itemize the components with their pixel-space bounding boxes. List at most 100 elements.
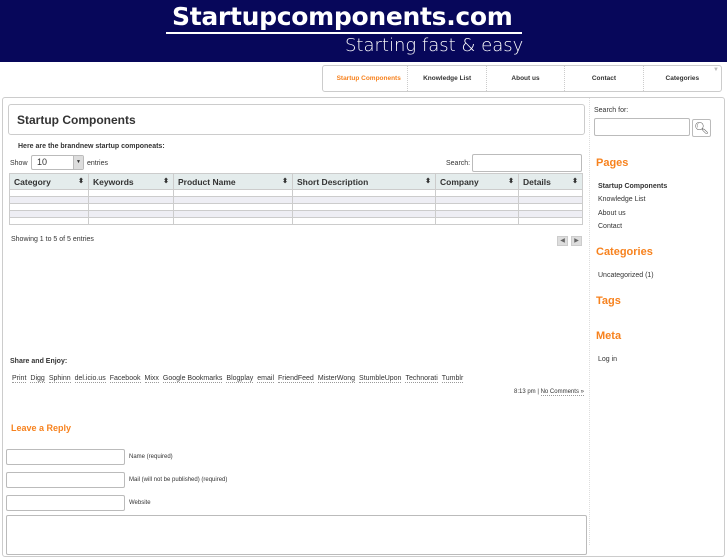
- name-field[interactable]: [6, 449, 125, 465]
- show-label: Show: [10, 160, 28, 167]
- comment-textarea[interactable]: [6, 515, 587, 555]
- table-cell: [519, 197, 582, 203]
- site-tagline: Starting fast & easy: [345, 35, 524, 56]
- table-cell: [174, 197, 292, 203]
- search-icon[interactable]: 🔍︎: [692, 119, 711, 137]
- table-search-input[interactable]: [472, 154, 582, 172]
- col-short-description[interactable]: Short Description ⬍: [293, 174, 435, 189]
- sidebar-divider: [589, 98, 590, 545]
- table-cell: [293, 197, 435, 203]
- table-row: [10, 190, 582, 196]
- table-cell: [174, 218, 292, 224]
- main-nav: Startup Components Knowledge List About …: [322, 65, 722, 92]
- col-details[interactable]: Details ⬍: [519, 174, 582, 189]
- site-logo[interactable]: Startupcomponents.com: [172, 2, 513, 31]
- page-size-value: 10: [37, 157, 48, 167]
- table-cell: [519, 190, 582, 196]
- prev-page-button[interactable]: ◀: [557, 236, 568, 246]
- table-cell: [293, 204, 435, 210]
- table-cell: [436, 211, 518, 217]
- share-links: Print Digg Sphinn del.icio.us Facebook Mixx Go…: [12, 367, 467, 385]
- share-link[interactable]: FriendFeed: [278, 375, 314, 383]
- sidebar-page-knowledge-list[interactable]: Knowledge List: [598, 196, 645, 203]
- table-info: Showing 1 to 5 of 5 entries: [11, 236, 94, 243]
- sort-icon: ⬍: [508, 177, 514, 185]
- col-label: Company: [440, 176, 479, 187]
- website-label: Website: [129, 500, 151, 506]
- name-label: Name (required): [129, 454, 173, 460]
- share-link[interactable]: Facebook: [109, 375, 141, 383]
- col-keywords[interactable]: Keywords ⬍: [89, 174, 173, 189]
- table-row: [10, 197, 582, 203]
- table-cell: [174, 204, 292, 210]
- email-label: Mail (will not be published) (required): [129, 477, 228, 483]
- table-cell: [436, 218, 518, 224]
- pages-title: Pages: [596, 157, 629, 169]
- sort-icon: ⬍: [163, 177, 169, 185]
- table-cell: [89, 197, 173, 203]
- share-link[interactable]: StumbleUpon: [359, 375, 402, 383]
- table-row: [10, 204, 582, 210]
- sidebar-page-startup-components[interactable]: Startup Components: [598, 183, 667, 190]
- meta-separator: |: [537, 389, 539, 395]
- col-product-name[interactable]: Product Name ⬍: [174, 174, 292, 189]
- sidebar-page-contact[interactable]: Contact: [598, 223, 622, 230]
- meta-title: Meta: [596, 330, 622, 342]
- col-label: Keywords: [93, 176, 134, 187]
- sidebar-category-uncategorized[interactable]: Uncategorized (1): [598, 272, 654, 279]
- sidebar-search-input[interactable]: [594, 118, 690, 136]
- comments-link[interactable]: No Comments »: [540, 389, 584, 396]
- share-link[interactable]: Blogplay: [226, 375, 254, 383]
- chevron-down-icon[interactable]: ▼: [713, 67, 719, 73]
- table-cell: [293, 218, 435, 224]
- share-link[interactable]: Print: [12, 375, 27, 383]
- share-link[interactable]: Google Bookmarks: [162, 375, 223, 383]
- table-cell: [293, 211, 435, 217]
- share-link[interactable]: Technorati: [405, 375, 438, 383]
- next-page-button[interactable]: ▶: [571, 236, 582, 246]
- sort-icon: ⬍: [282, 177, 288, 185]
- col-label: Short Description: [297, 176, 369, 187]
- table-cell: [436, 204, 518, 210]
- share-link[interactable]: Digg: [30, 375, 45, 383]
- table-cell: [174, 211, 292, 217]
- nav-startup-components[interactable]: Startup Components: [330, 66, 409, 91]
- col-label: Product Name: [178, 176, 236, 187]
- table-row: [10, 211, 582, 217]
- nav-categories[interactable]: Categories: [644, 66, 721, 91]
- page-title: Startup Components: [8, 104, 585, 135]
- table-cell: [10, 197, 88, 203]
- col-category[interactable]: Category ⬍: [10, 174, 88, 189]
- nav-about-us[interactable]: About us: [487, 66, 566, 91]
- table-cell: [89, 204, 173, 210]
- email-field[interactable]: [6, 472, 125, 488]
- col-label: Details: [523, 176, 551, 187]
- sidebar-page-about-us[interactable]: About us: [598, 210, 626, 217]
- share-link[interactable]: email: [257, 375, 275, 383]
- nav-knowledge-list[interactable]: Knowledge List: [408, 66, 487, 91]
- nav-contact[interactable]: Contact: [565, 66, 644, 91]
- search-label: Search:: [446, 160, 471, 167]
- col-company[interactable]: Company ⬍: [436, 174, 518, 189]
- sort-icon: ⬍: [425, 177, 431, 185]
- chevron-down-icon: ▼: [73, 156, 83, 169]
- website-field[interactable]: [6, 495, 125, 511]
- table-cell: [519, 211, 582, 217]
- table-cell: [10, 190, 88, 196]
- logo-underline: [166, 32, 522, 34]
- share-link[interactable]: Tumblr: [441, 375, 464, 383]
- table-row: [10, 218, 582, 224]
- sidebar-search-label: Search for:: [594, 107, 629, 114]
- share-link[interactable]: Mixx: [144, 375, 159, 383]
- entries-label: entries: [87, 160, 109, 167]
- share-link[interactable]: Sphinn: [48, 375, 71, 383]
- table-cell: [293, 190, 435, 196]
- table-cell: [89, 218, 173, 224]
- share-link[interactable]: MisterWong: [317, 375, 356, 383]
- page-size-select[interactable]: 10 ▼: [31, 155, 84, 170]
- share-link[interactable]: del.icio.us: [74, 375, 106, 383]
- sidebar-login-link[interactable]: Log in: [598, 356, 617, 363]
- table-cell: [519, 204, 582, 210]
- table-cell: [436, 197, 518, 203]
- table-cell: [89, 190, 173, 196]
